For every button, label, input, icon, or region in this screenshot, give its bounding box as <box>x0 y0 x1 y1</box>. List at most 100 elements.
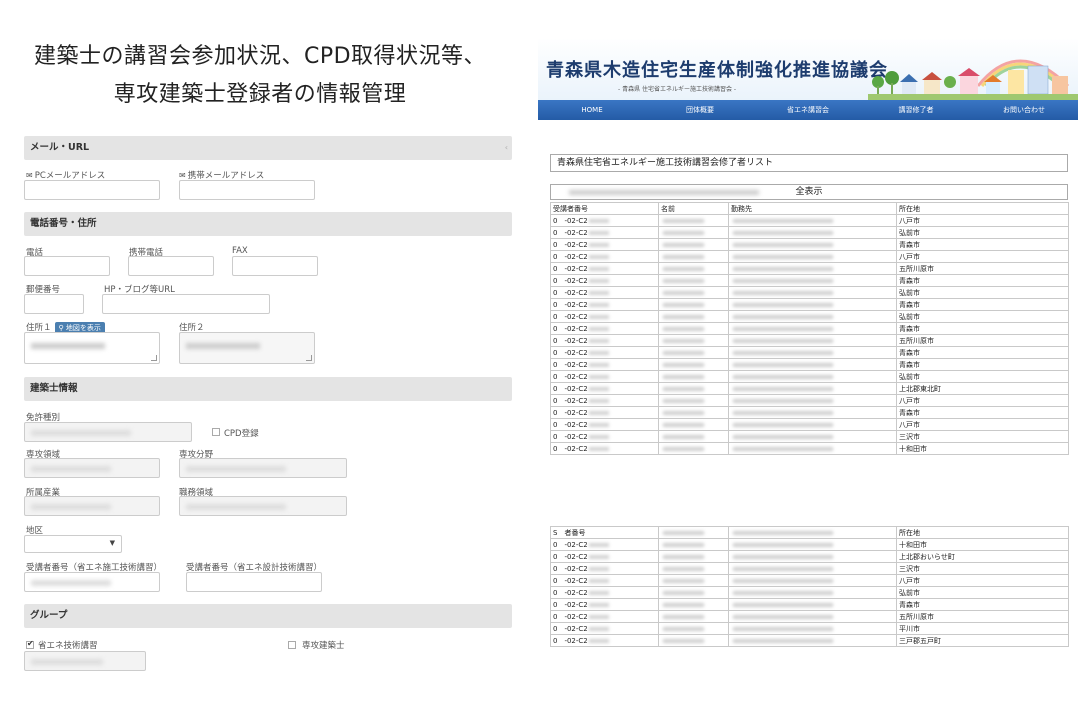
townscape-illustration <box>868 59 1078 100</box>
attendee-number-cell: 0 -02-C2 <box>550 418 659 431</box>
nav-course[interactable]: 省エネ講習会 <box>754 100 862 120</box>
column-header <box>658 526 729 539</box>
workplace-cell <box>728 394 897 407</box>
name-cell <box>658 274 729 287</box>
tel-input[interactable] <box>24 256 110 276</box>
attendee-number-cell: 0 -02-C2 <box>550 430 659 443</box>
table-row: 0 -02-C2 八戸市 <box>550 214 1069 227</box>
location-cell: 青森市 <box>896 346 1069 359</box>
addr1-textarea[interactable] <box>24 332 160 364</box>
list-title: 青森県住宅省エネルギー施工技術講習会修了者リスト <box>550 154 1068 172</box>
headline: 建築士の講習会参加状況、CPD取得状況等、 専攻建築士登録者の情報管理 <box>0 38 520 114</box>
license-input[interactable] <box>24 422 192 442</box>
zip-input[interactable] <box>24 294 84 314</box>
location-cell: 青森市 <box>896 598 1069 611</box>
workplace-cell <box>728 406 897 419</box>
cpd-checkbox[interactable] <box>212 428 220 436</box>
workplace-cell <box>728 322 897 335</box>
name-cell <box>658 334 729 347</box>
name-cell <box>658 382 729 395</box>
workplace-cell <box>728 250 897 263</box>
chevron-down-icon: ▼ <box>109 539 115 547</box>
workplace-cell <box>728 262 897 275</box>
attendee-design-input[interactable] <box>186 572 322 592</box>
cpd-label: CPD登録 <box>224 429 259 439</box>
major-field-input[interactable] <box>179 458 347 478</box>
pc-mail-input[interactable] <box>24 180 160 200</box>
table-header-row: S 者番号 所在地 <box>550 526 1069 539</box>
workplace-cell <box>728 586 897 599</box>
location-cell: 八戸市 <box>896 418 1069 431</box>
attendee-number-cell: 0 -02-C2 <box>550 238 659 251</box>
headline-line-1: 建築士の講習会参加状況、CPD取得状況等、 <box>33 44 487 69</box>
table-row: 0 -02-C2 青森市 <box>550 274 1069 287</box>
fax-input[interactable] <box>232 256 318 276</box>
attendee-number-cell: 0 -02-C2 <box>550 214 659 227</box>
energy-course-checkbox[interactable] <box>26 639 34 649</box>
table-row: 0 -02-C2 八戸市 <box>550 574 1069 587</box>
attendee-number-cell: 0 -02-C2 <box>550 382 659 395</box>
location-cell: 八戸市 <box>896 250 1069 263</box>
column-header: 名前 <box>658 202 729 215</box>
section-group: グループ <box>24 604 512 628</box>
column-header: 所在地 <box>896 202 1069 215</box>
table-row: 0 -02-C2 青森市 <box>550 346 1069 359</box>
show-all-button[interactable]: 全表示 <box>550 184 1068 200</box>
column-header: 勤務先 <box>728 202 897 215</box>
location-cell: 青森市 <box>896 274 1069 287</box>
location-cell: 三沢市 <box>896 562 1069 575</box>
location-cell: 青森市 <box>896 358 1069 371</box>
major-area-input[interactable] <box>24 458 160 478</box>
location-cell: 三戸郡五戸町 <box>896 634 1069 647</box>
attendee-number-cell: 0 -02-C2 <box>550 394 659 407</box>
table-row: 0 -02-C2 十和田市 <box>550 442 1069 455</box>
job-area-input[interactable] <box>179 496 347 516</box>
attendee-number-cell: 0 -02-C2 <box>550 586 659 599</box>
attendee-number-cell: 0 -02-C2 <box>550 250 659 263</box>
mobile-tel-input[interactable] <box>128 256 214 276</box>
table-row: 0 -02-C2 十和田市 <box>550 538 1069 551</box>
site-banner: 青森県木造住宅生産体制強化推進協議会 - 青森県 住宅省エネルギー施工技術講習会… <box>538 38 1078 100</box>
location-cell: 八戸市 <box>896 214 1069 227</box>
site-nav: HOME 団体概要 省エネ講習会 講習修了者 お問い合わせ <box>538 100 1078 120</box>
attendee-number-cell: 0 -02-C2 <box>550 442 659 455</box>
mobile-mail-input[interactable] <box>179 180 315 200</box>
attendee-construction-input[interactable] <box>24 572 160 592</box>
attendee-number-cell: 0 -02-C2 <box>550 550 659 563</box>
table-row: 0 -02-C2 青森市 <box>550 598 1069 611</box>
table-row: 0 -02-C2 八戸市 <box>550 394 1069 407</box>
name-cell <box>658 214 729 227</box>
nav-contact[interactable]: お問い合わせ <box>970 100 1078 120</box>
location-cell: 八戸市 <box>896 574 1069 587</box>
name-cell <box>658 250 729 263</box>
attendee-number-cell: 0 -02-C2 <box>550 358 659 371</box>
attendee-number-cell: 0 -02-C2 <box>550 274 659 287</box>
industry-input[interactable] <box>24 496 160 516</box>
name-cell <box>658 370 729 383</box>
name-cell <box>658 550 729 563</box>
district-select[interactable]: ▼ <box>24 535 122 553</box>
fax-label: FAX <box>232 246 248 256</box>
name-cell <box>658 442 729 455</box>
name-cell <box>658 418 729 431</box>
major-architect-checkbox[interactable] <box>288 641 296 649</box>
energy-course-input[interactable] <box>24 651 146 671</box>
table-row: 0 -02-C2 五所川原市 <box>550 610 1069 623</box>
workplace-cell <box>728 238 897 251</box>
attendee-number-cell: 0 -02-C2 <box>550 610 659 623</box>
workplace-cell <box>728 574 897 587</box>
name-cell <box>658 562 729 575</box>
nav-home[interactable]: HOME <box>538 100 646 120</box>
nav-graduates[interactable]: 講習修了者 <box>862 100 970 120</box>
location-cell: 弘前市 <box>896 586 1069 599</box>
addr2-textarea[interactable] <box>179 332 315 364</box>
name-cell <box>658 238 729 251</box>
url-input[interactable] <box>102 294 270 314</box>
attendee-table-2: S 者番号 所在地 0 -02-C2 十和田市 0 -02-C2 上北郡おいらせ町 0 -0… <box>550 526 1069 647</box>
collapse-icon[interactable]: ‹ <box>505 136 508 160</box>
name-cell <box>658 298 729 311</box>
nav-about[interactable]: 団体概要 <box>646 100 754 120</box>
name-cell <box>658 262 729 275</box>
member-form: メール・URL ‹ ✉ PCメールアドレス ✉ 携帯メールアドレス 電話番号・住所 電… <box>24 136 512 671</box>
name-cell <box>658 310 729 323</box>
